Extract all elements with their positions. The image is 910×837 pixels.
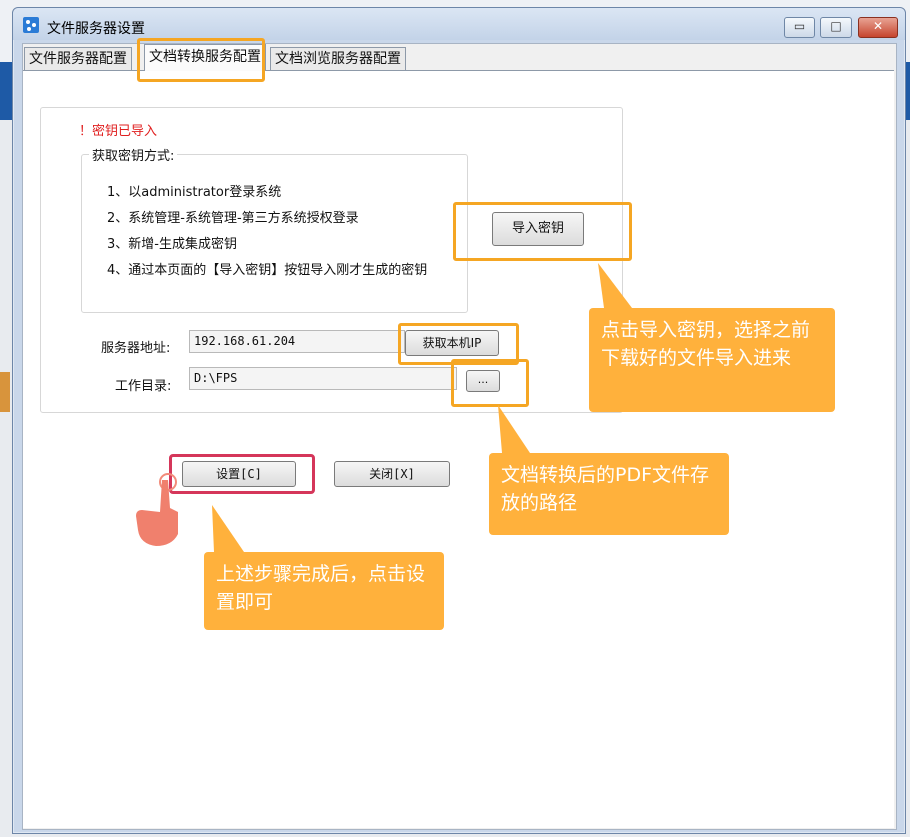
callout-tails — [212, 263, 632, 552]
callout-set-tail — [212, 505, 244, 552]
tab-highlight-frame — [137, 38, 265, 82]
callout-import-tail — [598, 263, 632, 308]
callout-set-hint: 上述步骤完成后，点击设置即可 — [204, 552, 444, 630]
callout-path-tail — [498, 405, 530, 453]
callout-pdf-path: 文档转换后的PDF文件存放的路径 — [489, 453, 729, 535]
pointing-hand-icon — [136, 473, 178, 546]
callout-import-key: 点击导入密钥，选择之前下载好的文件导入进来 — [589, 308, 835, 412]
